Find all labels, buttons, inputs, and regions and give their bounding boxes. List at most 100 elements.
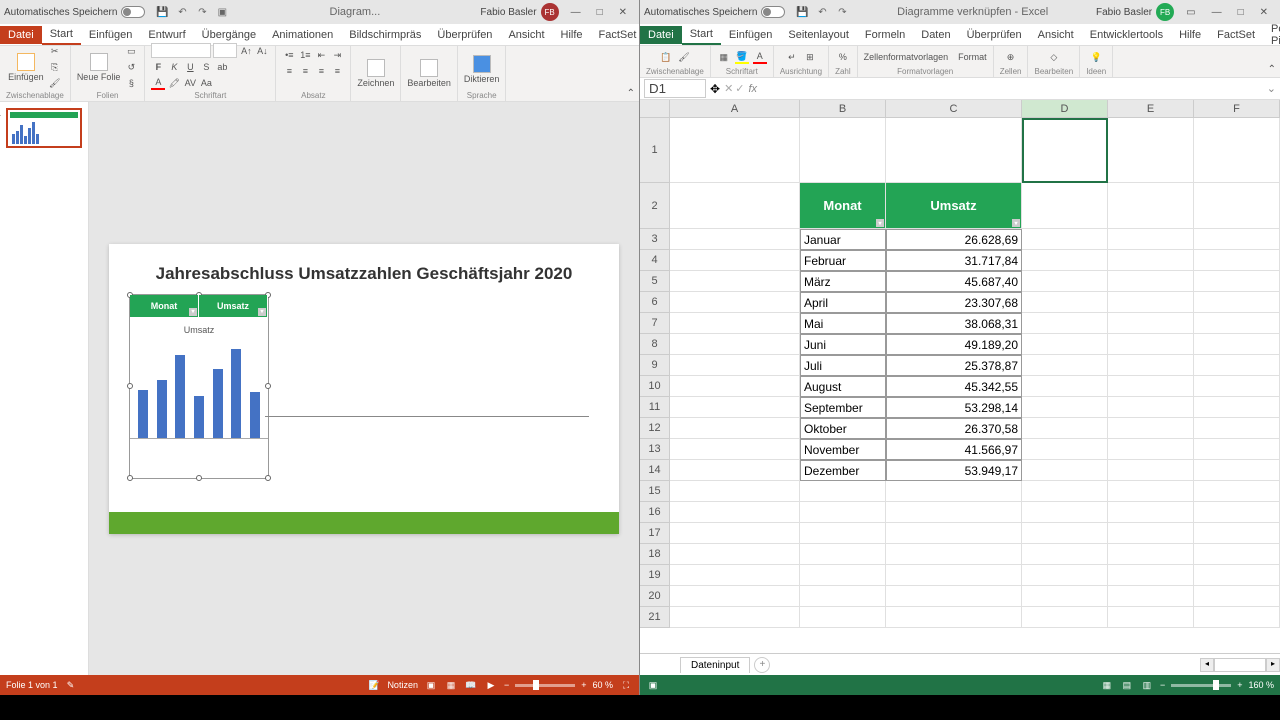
- cell-umsatz[interactable]: 25.378,87: [886, 355, 1022, 376]
- cell[interactable]: [670, 229, 800, 250]
- expand-formula-icon[interactable]: ⌄: [1263, 82, 1280, 95]
- row-header[interactable]: 7: [640, 313, 670, 334]
- cell-umsatz[interactable]: 45.342,55: [886, 376, 1022, 397]
- cell[interactable]: [1194, 334, 1280, 355]
- hscrollbar[interactable]: [1214, 658, 1266, 672]
- user-avatar[interactable]: FB: [541, 3, 559, 21]
- cell[interactable]: [670, 183, 800, 229]
- cell-umsatz[interactable]: 23.307,68: [886, 292, 1022, 313]
- font-color-icon[interactable]: A: [753, 50, 767, 64]
- tab-entwurf[interactable]: Entwurf: [140, 26, 193, 44]
- fx-icon[interactable]: fx: [749, 83, 758, 95]
- filter-icon[interactable]: ▾: [258, 308, 266, 316]
- view-page-layout-icon[interactable]: ▤: [1120, 680, 1134, 691]
- cell[interactable]: [1194, 271, 1280, 292]
- tab-ueberpruefen[interactable]: Überprüfen: [429, 26, 500, 44]
- tab-start[interactable]: Start: [682, 25, 721, 45]
- resize-handle[interactable]: [127, 475, 133, 481]
- indent-right-icon[interactable]: ⇥: [330, 48, 344, 62]
- sheet-tab-dateninput[interactable]: Dateninput: [680, 657, 750, 673]
- cell-month[interactable]: Februar: [800, 250, 886, 271]
- cell[interactable]: [1108, 355, 1194, 376]
- cell[interactable]: [800, 544, 886, 565]
- cell[interactable]: [1108, 544, 1194, 565]
- cell-month[interactable]: Januar: [800, 229, 886, 250]
- row-header[interactable]: 14: [640, 460, 670, 481]
- row-header[interactable]: 2: [640, 183, 670, 229]
- tab-datei[interactable]: Datei: [640, 26, 682, 44]
- font-size-input[interactable]: [213, 43, 237, 58]
- cell[interactable]: [1022, 544, 1108, 565]
- scroll-right-icon[interactable]: ▸: [1266, 658, 1280, 672]
- select-all-corner[interactable]: [640, 100, 670, 118]
- bold-icon[interactable]: F: [151, 60, 165, 74]
- cell[interactable]: [670, 481, 800, 502]
- cell[interactable]: [1022, 586, 1108, 607]
- bullets-icon[interactable]: •≡: [282, 48, 296, 62]
- cell[interactable]: [1108, 418, 1194, 439]
- cell[interactable]: [1108, 502, 1194, 523]
- tab-uebergaenge[interactable]: Übergänge: [194, 26, 264, 44]
- reset-icon[interactable]: ↺: [124, 60, 138, 74]
- tab-bildschirmpraes[interactable]: Bildschirmpräs: [341, 26, 429, 44]
- cell[interactable]: [1194, 397, 1280, 418]
- cell[interactable]: [670, 439, 800, 460]
- tab-einfuegen[interactable]: Einfügen: [81, 26, 140, 44]
- cell-umsatz[interactable]: 49.189,20: [886, 334, 1022, 355]
- tab-seitenlayout[interactable]: Seitenlayout: [780, 26, 857, 44]
- cell[interactable]: [1194, 292, 1280, 313]
- view-normal-icon[interactable]: ▦: [1100, 680, 1114, 691]
- cell[interactable]: [1022, 460, 1108, 481]
- tab-hilfe[interactable]: Hilfe: [1171, 26, 1209, 44]
- cell[interactable]: [1194, 544, 1280, 565]
- maximize-icon[interactable]: □: [589, 7, 611, 18]
- slideshow-icon[interactable]: ▣: [215, 5, 229, 19]
- italic-icon[interactable]: K: [167, 60, 181, 74]
- cell[interactable]: [670, 586, 800, 607]
- row-header[interactable]: 3: [640, 229, 670, 250]
- filter-icon[interactable]: ▾: [1012, 219, 1020, 227]
- cell[interactable]: [1194, 565, 1280, 586]
- cell[interactable]: [1022, 481, 1108, 502]
- formula-bar[interactable]: [761, 82, 1263, 96]
- cell[interactable]: [1194, 502, 1280, 523]
- cell-month[interactable]: November: [800, 439, 886, 460]
- cell[interactable]: [670, 355, 800, 376]
- cell[interactable]: [886, 607, 1022, 628]
- zoom-slider[interactable]: [1171, 684, 1231, 687]
- tab-hilfe[interactable]: Hilfe: [553, 26, 591, 44]
- indent-left-icon[interactable]: ⇤: [314, 48, 328, 62]
- close-icon[interactable]: ✕: [1252, 7, 1276, 18]
- name-box[interactable]: [644, 79, 706, 98]
- format-painter-icon[interactable]: 🖌: [48, 76, 62, 90]
- cell[interactable]: [1022, 397, 1108, 418]
- row-header[interactable]: 6: [640, 292, 670, 313]
- cell[interactable]: [670, 376, 800, 397]
- highlight-icon[interactable]: 🖍: [167, 76, 181, 90]
- cell[interactable]: [1194, 607, 1280, 628]
- cell[interactable]: [670, 334, 800, 355]
- cut-icon[interactable]: ✂: [48, 44, 62, 58]
- tab-factset[interactable]: FactSet: [591, 26, 645, 44]
- cell-umsatz[interactable]: 31.717,84: [886, 250, 1022, 271]
- row-header[interactable]: 12: [640, 418, 670, 439]
- slide-canvas[interactable]: Jahresabschluss Umsatzzahlen Geschäftsja…: [89, 102, 639, 675]
- cell[interactable]: [800, 607, 886, 628]
- tab-ansicht[interactable]: Ansicht: [500, 26, 552, 44]
- char-spacing-icon[interactable]: AV: [183, 76, 197, 90]
- cell-month[interactable]: Dezember: [800, 460, 886, 481]
- layout-icon[interactable]: ▭: [124, 44, 138, 58]
- cell[interactable]: [670, 460, 800, 481]
- resize-handle[interactable]: [265, 383, 271, 389]
- resize-handle[interactable]: [265, 475, 271, 481]
- save-icon[interactable]: 💾: [795, 5, 809, 19]
- dictate-button[interactable]: Diktieren: [464, 55, 500, 84]
- cell[interactable]: [800, 523, 886, 544]
- cell[interactable]: [800, 502, 886, 523]
- minimize-icon[interactable]: —: [563, 7, 589, 18]
- col-header-e[interactable]: E: [1108, 100, 1194, 118]
- new-slide-button[interactable]: Neue Folie: [77, 53, 121, 82]
- cell-month[interactable]: September: [800, 397, 886, 418]
- cell[interactable]: [1194, 460, 1280, 481]
- filter-icon[interactable]: ▾: [189, 308, 197, 316]
